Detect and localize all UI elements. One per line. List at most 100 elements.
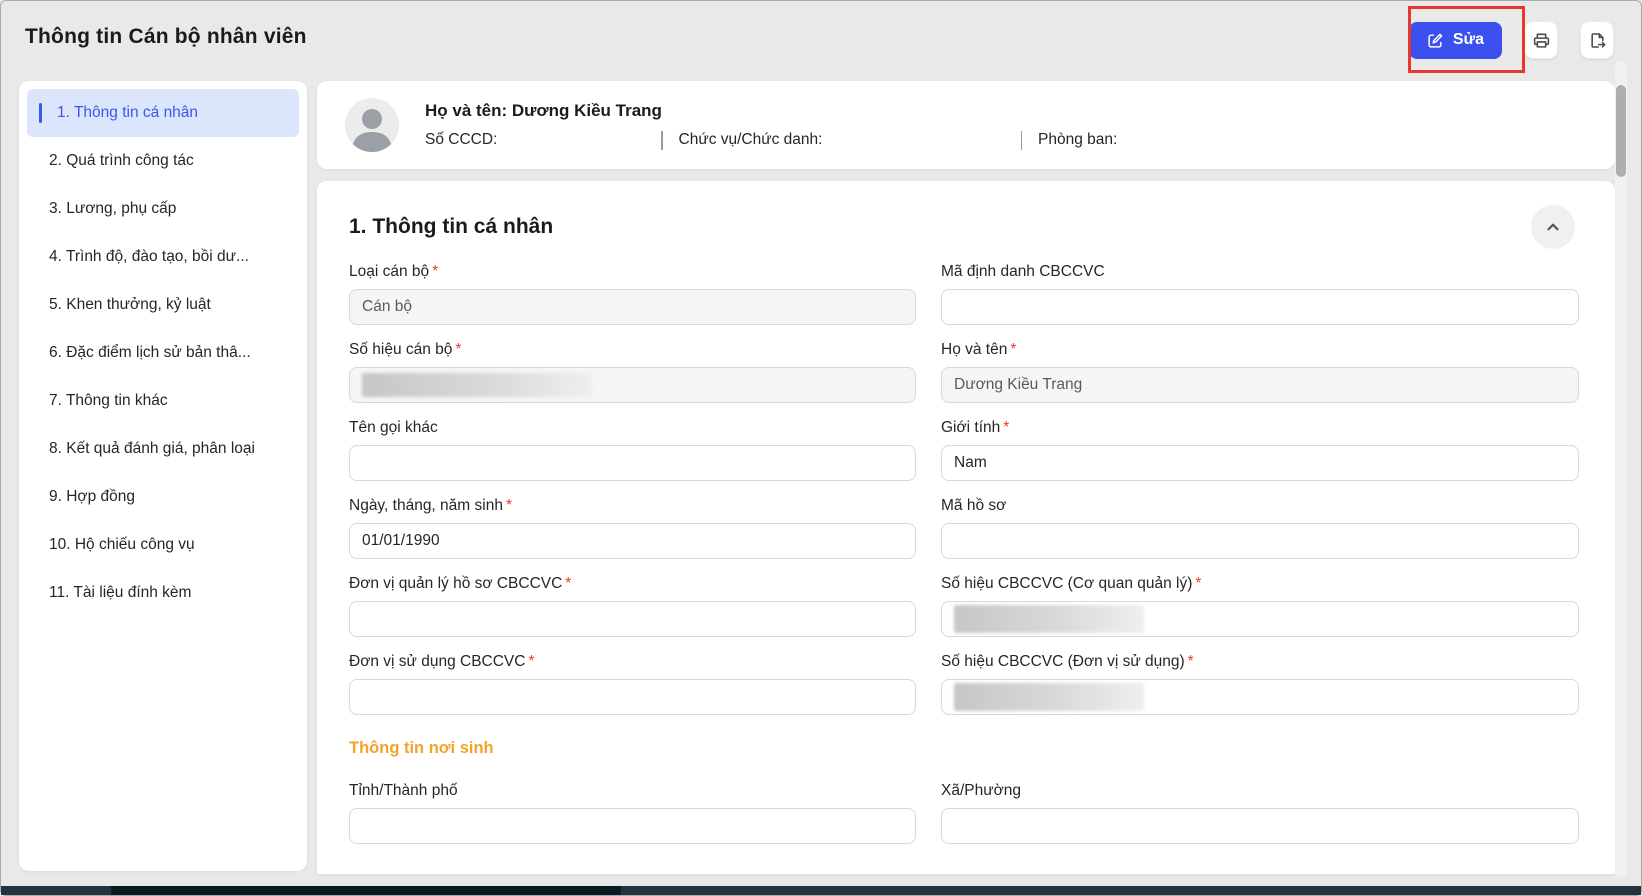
required-mark: * — [565, 575, 571, 592]
employee-info: Họ và tên: Dương Kiều Trang Số CCCD: Chứ… — [425, 101, 1587, 150]
chevron-up-icon — [1544, 218, 1562, 236]
field-label: Đơn vị quản lý hồ sơ CBCCVC — [349, 575, 562, 592]
export-button[interactable] — [1580, 21, 1614, 59]
employee-summary-card: Họ và tên: Dương Kiều Trang Số CCCD: Chứ… — [317, 81, 1615, 169]
sidebar-item-label: 11. Tài liệu đính kèm — [49, 584, 191, 602]
field-label: Loại cán bộ — [349, 263, 429, 280]
sidebar-item-label: 3. Lương, phụ cấp — [49, 200, 176, 218]
so-hieu-don-vi-su-dung-input[interactable] — [941, 679, 1579, 715]
field-gioi-tinh: Giới tính* Nam — [941, 419, 1579, 481]
section-title: 1. Thông tin cá nhân — [349, 215, 553, 239]
tinh-thanh-pho-input[interactable] — [349, 808, 916, 844]
field-loai-can-bo: Loại cán bộ* Cán bộ — [349, 263, 916, 325]
redacted-value — [954, 683, 1144, 711]
field-so-hieu-don-vi-su-dung: Số hiệu CBCCVC (Đơn vị sử dụng)* — [941, 653, 1579, 715]
birthplace-subsection-title: Thông tin nơi sinh — [349, 739, 1579, 758]
ma-ho-so-input[interactable] — [941, 523, 1579, 559]
sidebar-item-label: 8. Kết quả đánh giá, phân loại — [49, 440, 255, 458]
section-header: 1. Thông tin cá nhân — [349, 207, 1579, 247]
field-tinh-thanh-pho: Tỉnh/Thành phố — [349, 782, 916, 844]
required-mark: * — [506, 497, 512, 514]
employee-position-label: Chức vụ/Chức danh: — [679, 131, 1021, 149]
sidebar-item-label: 1. Thông tin cá nhân — [57, 104, 198, 122]
field-xa-phuong: Xã/Phường — [941, 782, 1579, 844]
required-mark: * — [1188, 653, 1194, 670]
field-ten-goi-khac: Tên gọi khác — [349, 419, 916, 481]
vertical-scrollbar-thumb[interactable] — [1616, 85, 1626, 177]
sidebar-item-tai-lieu-dinh-kem[interactable]: 11. Tài liệu đính kèm — [27, 569, 299, 617]
field-so-hieu-can-bo: Số hiệu cán bộ* — [349, 341, 916, 403]
sidebar-item-label: 2. Quá trình công tác — [49, 152, 194, 170]
sidebar-item-luong-phu-cap[interactable]: 3. Lương, phụ cấp — [27, 185, 299, 233]
field-so-hieu-co-quan-quan-ly: Số hiệu CBCCVC (Cơ quan quản lý)* — [941, 575, 1579, 637]
sidebar-item-dac-diem-lich-su[interactable]: 6. Đặc điểm lịch sử bản thâ... — [27, 329, 299, 377]
field-don-vi-su-dung: Đơn vị sử dụng CBCCVC* — [349, 653, 916, 715]
gioi-tinh-input[interactable]: Nam — [941, 445, 1579, 481]
personal-info-section-card: 1. Thông tin cá nhân Loại cán bộ* Cán bộ… — [317, 181, 1615, 874]
required-mark: * — [1010, 341, 1016, 358]
field-label: Mã định danh CBCCVC — [941, 263, 1579, 281]
sidebar-item-label: 7. Thông tin khác — [49, 392, 168, 410]
sidebar-item-khen-thuong-ky-luat[interactable]: 5. Khen thưởng, kỷ luật — [27, 281, 299, 329]
field-label: Xã/Phường — [941, 782, 1579, 800]
sidebar-item-hop-dong[interactable]: 9. Hợp đồng — [27, 473, 299, 521]
sidebar-item-trinh-do-dao-tao[interactable]: 4. Trình độ, đào tạo, bồi dư... — [27, 233, 299, 281]
sidebar-item-thong-tin-khac[interactable]: 7. Thông tin khác — [27, 377, 299, 425]
field-don-vi-quan-ly: Đơn vị quản lý hồ sơ CBCCVC* — [349, 575, 916, 637]
toolbar-actions: Sửa — [1409, 21, 1614, 59]
employee-name: Họ và tên: Dương Kiều Trang — [425, 101, 1587, 121]
edit-icon — [1427, 32, 1444, 49]
field-label: Ngày, tháng, năm sinh — [349, 497, 503, 514]
required-mark: * — [432, 263, 438, 280]
divider — [661, 131, 663, 150]
field-label: Số hiệu CBCCVC (Cơ quan quản lý) — [941, 575, 1192, 592]
field-label: Tỉnh/Thành phố — [349, 782, 916, 800]
field-label: Họ và tên — [941, 341, 1007, 358]
print-button[interactable] — [1524, 21, 1558, 59]
vertical-scrollbar-track[interactable] — [1615, 61, 1627, 877]
export-icon — [1588, 31, 1607, 50]
field-ma-dinh-danh: Mã định danh CBCCVC — [941, 263, 1579, 325]
title-bar: Thông tin Cán bộ nhân viên Sửa — [1, 1, 1641, 81]
so-hieu-co-quan-quan-ly-input[interactable] — [941, 601, 1579, 637]
bottom-taskbar-strip — [1, 886, 1641, 895]
bottom-strip-segment — [111, 886, 621, 895]
collapse-section-button[interactable] — [1531, 205, 1575, 249]
required-mark: * — [455, 341, 461, 358]
so-hieu-can-bo-input[interactable] — [349, 367, 916, 403]
divider — [1021, 131, 1023, 150]
employee-meta-row: Số CCCD: Chức vụ/Chức danh: Phòng ban: — [425, 131, 1587, 150]
edit-button-label: Sửa — [1453, 31, 1484, 49]
ho-va-ten-input[interactable]: Dương Kiều Trang — [941, 367, 1579, 403]
field-ho-va-ten: Họ và tên* Dương Kiều Trang — [941, 341, 1579, 403]
sidebar-item-label: 9. Hợp đồng — [49, 488, 135, 506]
personal-info-form: Loại cán bộ* Cán bộ Mã định danh CBCCVC … — [349, 263, 1579, 844]
don-vi-su-dung-input[interactable] — [349, 679, 916, 715]
field-ngay-sinh: Ngày, tháng, năm sinh* 01/01/1990 — [349, 497, 916, 559]
field-label: Số hiệu cán bộ — [349, 341, 452, 358]
don-vi-quan-ly-input[interactable] — [349, 601, 916, 637]
employee-cccd-label: Số CCCD: — [425, 131, 661, 149]
avatar — [345, 98, 399, 152]
sidebar-item-ket-qua-danh-gia[interactable]: 8. Kết quả đánh giá, phân loại — [27, 425, 299, 473]
sidebar-item-ho-chieu-cong-vu[interactable]: 10. Hộ chiếu công vụ — [27, 521, 299, 569]
field-label: Đơn vị sử dụng CBCCVC — [349, 653, 525, 670]
print-icon — [1532, 31, 1551, 50]
sidebar-item-qua-trinh-cong-tac[interactable]: 2. Quá trình công tác — [27, 137, 299, 185]
field-label: Giới tính — [941, 419, 1000, 436]
required-mark: * — [528, 653, 534, 670]
redacted-value — [954, 605, 1144, 633]
loai-can-bo-input[interactable]: Cán bộ — [349, 289, 916, 325]
sidebar-item-label: 5. Khen thưởng, kỷ luật — [49, 296, 211, 314]
required-mark: * — [1003, 419, 1009, 436]
edit-button[interactable]: Sửa — [1409, 22, 1502, 59]
required-mark: * — [1195, 575, 1201, 592]
sidebar-item-thong-tin-ca-nhan[interactable]: 1. Thông tin cá nhân — [27, 89, 299, 137]
field-ma-ho-so: Mã hồ sơ — [941, 497, 1579, 559]
ten-goi-khac-input[interactable] — [349, 445, 916, 481]
page-title: Thông tin Cán bộ nhân viên — [25, 25, 307, 49]
ma-dinh-danh-input[interactable] — [941, 289, 1579, 325]
ngay-sinh-input[interactable]: 01/01/1990 — [349, 523, 916, 559]
xa-phuong-input[interactable] — [941, 808, 1579, 844]
sidebar-item-label: 6. Đặc điểm lịch sử bản thâ... — [49, 344, 251, 362]
